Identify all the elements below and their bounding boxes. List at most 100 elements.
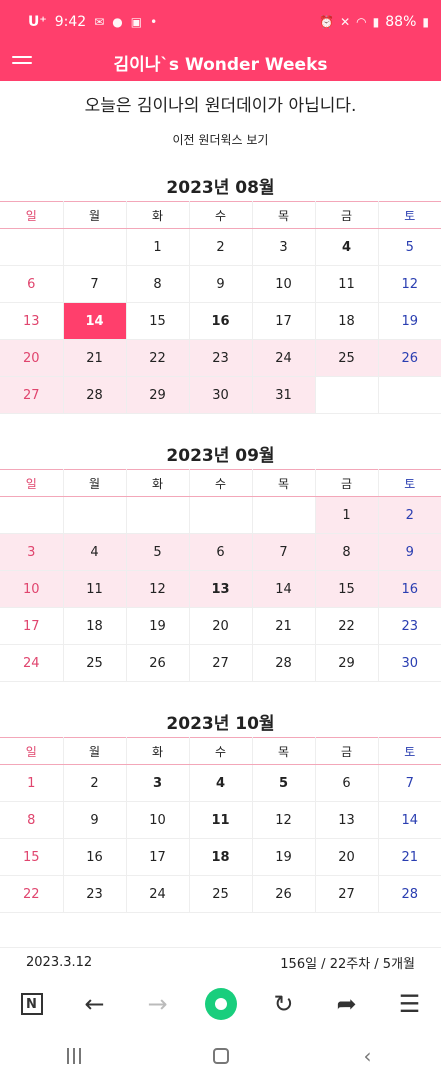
- calendar-day[interactable]: 30: [378, 644, 441, 682]
- calendar-day[interactable]: 17: [0, 607, 64, 645]
- calendar-day[interactable]: 21: [378, 838, 441, 876]
- calendar-day[interactable]: 6: [189, 533, 253, 571]
- calendar-day[interactable]: 28: [378, 875, 441, 913]
- calendar-day[interactable]: 24: [126, 875, 190, 913]
- forward-icon[interactable]: →: [138, 984, 178, 1024]
- calendar-day[interactable]: 14: [252, 570, 316, 608]
- calendar-day[interactable]: 28: [63, 376, 127, 414]
- calendar-day[interactable]: 7: [378, 764, 441, 802]
- calendar-day[interactable]: 30: [189, 376, 253, 414]
- calendar-day[interactable]: 23: [378, 607, 441, 645]
- calendar-day[interactable]: 5: [378, 228, 441, 266]
- calendar-day[interactable]: 1: [126, 228, 190, 266]
- calendar-day[interactable]: 3: [0, 533, 64, 571]
- calendar-day[interactable]: 11: [63, 570, 127, 608]
- calendar-day[interactable]: 19: [126, 607, 190, 645]
- calendar-day[interactable]: 15: [0, 838, 64, 876]
- calendar-day[interactable]: 8: [126, 265, 190, 303]
- calendar-day[interactable]: 8: [315, 533, 379, 571]
- calendar-day[interactable]: 20: [189, 607, 253, 645]
- calendar-day[interactable]: 14: [378, 801, 441, 839]
- recents-icon[interactable]: [54, 1041, 94, 1071]
- calendar-day[interactable]: 12: [126, 570, 190, 608]
- calendar-day[interactable]: 31: [252, 376, 316, 414]
- calendar-day[interactable]: 13: [189, 570, 253, 608]
- calendar-day[interactable]: 8: [0, 801, 64, 839]
- calendar-day[interactable]: 21: [63, 339, 127, 377]
- calendar-day[interactable]: 25: [63, 644, 127, 682]
- calendar-day[interactable]: 22: [126, 339, 190, 377]
- menu-icon[interactable]: ☰: [390, 984, 430, 1024]
- hamburger-menu-icon[interactable]: [12, 56, 32, 68]
- calendar-day[interactable]: 27: [189, 644, 253, 682]
- calendar-day[interactable]: 27: [0, 376, 64, 414]
- calendar-day[interactable]: 4: [315, 228, 379, 266]
- main-content[interactable]: 오늘은 김이나의 원더데이가 아닙니다. 이전 원더윅스 보기 2023년 08…: [0, 81, 441, 947]
- calendar-day[interactable]: 18: [315, 302, 379, 340]
- calendar-day[interactable]: 6: [0, 265, 64, 303]
- calendar-day[interactable]: 12: [252, 801, 316, 839]
- calendar-day[interactable]: 26: [378, 339, 441, 377]
- calendar-day[interactable]: 5: [126, 533, 190, 571]
- calendar-day[interactable]: 10: [126, 801, 190, 839]
- calendar-day[interactable]: 18: [189, 838, 253, 876]
- calendar-day[interactable]: 14: [63, 302, 127, 340]
- share-icon[interactable]: ➦: [327, 984, 367, 1024]
- calendar-day[interactable]: 16: [378, 570, 441, 608]
- calendar-day[interactable]: 25: [315, 339, 379, 377]
- calendar-day[interactable]: 15: [315, 570, 379, 608]
- calendar-day[interactable]: 7: [252, 533, 316, 571]
- calendar-day[interactable]: 25: [189, 875, 253, 913]
- back-icon[interactable]: ←: [75, 984, 115, 1024]
- calendar-day[interactable]: 10: [252, 265, 316, 303]
- calendar-day[interactable]: 20: [0, 339, 64, 377]
- calendar-day[interactable]: 23: [189, 339, 253, 377]
- calendar-day[interactable]: 11: [189, 801, 253, 839]
- calendar-day[interactable]: 19: [252, 838, 316, 876]
- calendar-day[interactable]: 10: [0, 570, 64, 608]
- calendar-day[interactable]: 22: [0, 875, 64, 913]
- calendar-day[interactable]: 26: [126, 644, 190, 682]
- calendar-day[interactable]: 1: [0, 764, 64, 802]
- calendar-day[interactable]: 2: [189, 228, 253, 266]
- calendar-day[interactable]: 15: [126, 302, 190, 340]
- calendar-day[interactable]: 16: [189, 302, 253, 340]
- calendar-day[interactable]: 18: [63, 607, 127, 645]
- prev-wonder-weeks-link[interactable]: 이전 원더윅스 보기: [0, 131, 441, 149]
- calendar-day[interactable]: 19: [378, 302, 441, 340]
- calendar-day[interactable]: 3: [126, 764, 190, 802]
- calendar-day[interactable]: 9: [63, 801, 127, 839]
- calendar-day[interactable]: 16: [63, 838, 127, 876]
- calendar-day[interactable]: 1: [315, 496, 379, 534]
- calendar-day[interactable]: 7: [63, 265, 127, 303]
- calendar-day[interactable]: 2: [63, 764, 127, 802]
- calendar-day[interactable]: 9: [189, 265, 253, 303]
- calendar-day[interactable]: 2: [378, 496, 441, 534]
- calendar-day[interactable]: 17: [126, 838, 190, 876]
- nav-back-icon[interactable]: ‹: [348, 1041, 388, 1071]
- calendar-day[interactable]: 4: [63, 533, 127, 571]
- calendar-day[interactable]: 29: [126, 376, 190, 414]
- calendar-day[interactable]: 28: [252, 644, 316, 682]
- calendar-day[interactable]: 29: [315, 644, 379, 682]
- calendar-day[interactable]: 17: [252, 302, 316, 340]
- calendar-day[interactable]: 20: [315, 838, 379, 876]
- calendar-day[interactable]: 5: [252, 764, 316, 802]
- calendar-day[interactable]: 6: [315, 764, 379, 802]
- calendar-day[interactable]: 3: [252, 228, 316, 266]
- calendar-day[interactable]: 4: [189, 764, 253, 802]
- calendar-day[interactable]: 24: [252, 339, 316, 377]
- calendar-day[interactable]: 27: [315, 875, 379, 913]
- calendar-day[interactable]: 13: [315, 801, 379, 839]
- calendar-day[interactable]: 22: [315, 607, 379, 645]
- calendar-day[interactable]: 24: [0, 644, 64, 682]
- green-home-icon[interactable]: [201, 984, 241, 1024]
- calendar-day[interactable]: 11: [315, 265, 379, 303]
- refresh-icon[interactable]: ↻: [264, 984, 304, 1024]
- n-icon[interactable]: N: [12, 984, 52, 1024]
- calendar-day[interactable]: 13: [0, 302, 64, 340]
- calendar-day[interactable]: 9: [378, 533, 441, 571]
- home-icon[interactable]: [201, 1041, 241, 1071]
- calendar-day[interactable]: 21: [252, 607, 316, 645]
- calendar-day[interactable]: 23: [63, 875, 127, 913]
